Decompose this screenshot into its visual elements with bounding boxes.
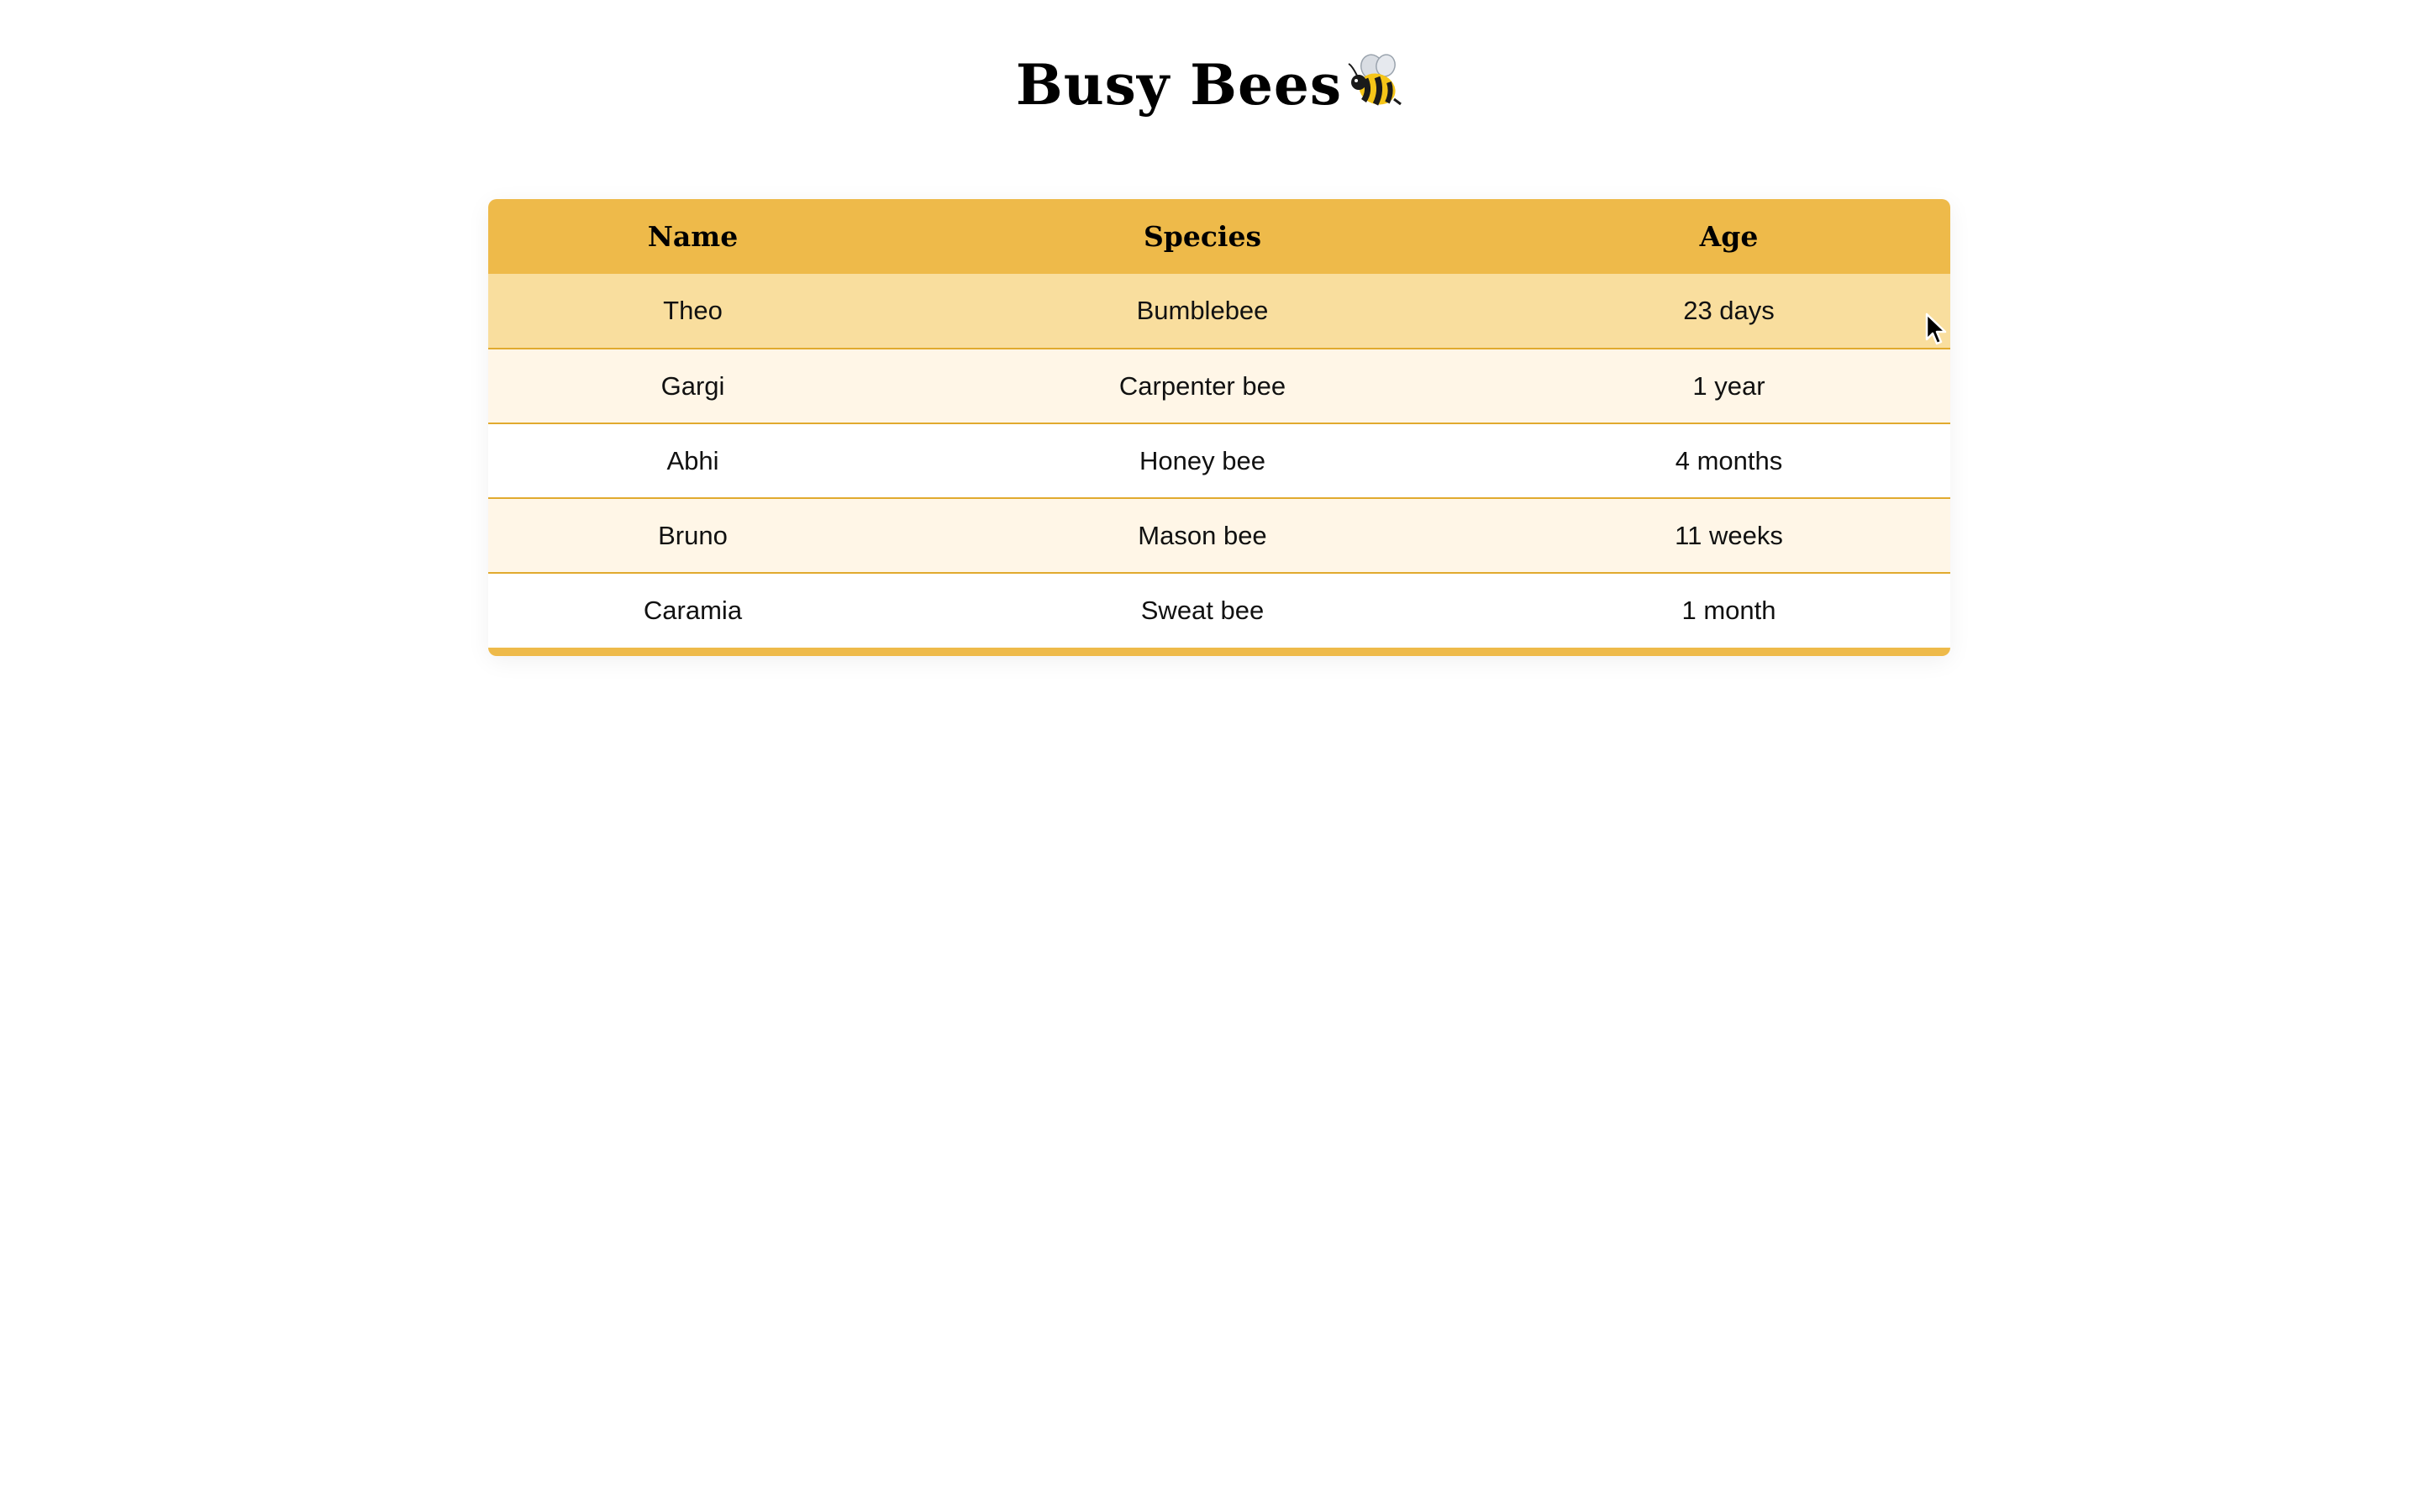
cell-age: 4 months: [1675, 445, 1783, 475]
table-row[interactable]: Abhi Honey bee 4 months: [488, 423, 1950, 498]
table-row[interactable]: Theo Bumblebee 23 days: [488, 274, 1950, 349]
bees-table: Name Species Age Theo Bumblebee 23 days …: [488, 199, 1950, 656]
bees-table-grid: Name Species Age Theo Bumblebee 23 days …: [488, 199, 1950, 648]
table-body: Theo Bumblebee 23 days Gargi Carpenter b…: [488, 274, 1950, 648]
table-row[interactable]: Gargi Carpenter bee 1 year: [488, 349, 1950, 423]
cell-name: Caramia: [643, 596, 743, 625]
cell-name: Bruno: [658, 520, 728, 550]
column-header-age[interactable]: Age: [1507, 199, 1950, 274]
cell-age: 23 days: [1683, 296, 1775, 325]
cell-age: 1 year: [1692, 370, 1765, 401]
cell-name: Abhi: [666, 445, 719, 475]
cell-name: Gargi: [660, 370, 725, 401]
cell-species: Mason bee: [1138, 520, 1267, 550]
bee-icon: [1347, 52, 1404, 113]
table-header: Name Species Age: [488, 199, 1950, 274]
page-title-text: Busy Bees: [1015, 52, 1343, 118]
cell-species: Sweat bee: [1140, 596, 1265, 625]
table-header-row: Name Species Age: [488, 199, 1950, 274]
cell-species: Honey bee: [1139, 445, 1265, 475]
column-header-name[interactable]: Name: [488, 199, 897, 274]
cell-age: 1 month: [1681, 596, 1776, 625]
cell-species: Carpenter bee: [1118, 370, 1286, 401]
table-footer-bar: [488, 648, 1950, 656]
column-header-species[interactable]: Species: [897, 199, 1507, 274]
cell-species: Bumblebee: [1136, 296, 1269, 325]
cell-age: 11 weeks: [1675, 520, 1783, 550]
table-row[interactable]: Bruno Mason bee 11 weeks: [488, 498, 1950, 573]
mouse-cursor-icon: [1924, 312, 1948, 346]
table-row[interactable]: Caramia Sweat bee 1 month: [488, 573, 1950, 648]
cell-name: Theo: [663, 296, 723, 325]
page-title: Busy Bees: [0, 47, 2420, 123]
